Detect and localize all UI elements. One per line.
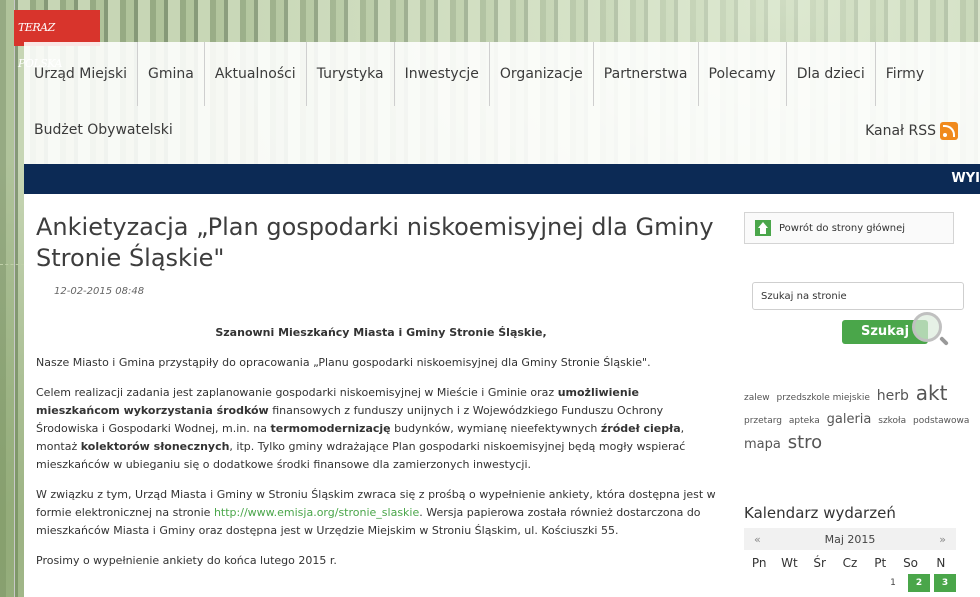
teraz-polska-logo[interactable]: TERAZ POLSKA bbox=[14, 10, 100, 70]
article-paragraph: W związku z tym, Urząd Miasta i Gminy w … bbox=[36, 486, 726, 540]
rss-icon bbox=[940, 122, 958, 140]
nav-item-budzet[interactable]: Budżet Obywatelski bbox=[34, 122, 173, 138]
calendar-month: Maj 2015 bbox=[824, 532, 876, 546]
nav-item-dla-dzieci[interactable]: Dla dzieci bbox=[787, 42, 876, 106]
tag-link[interactable]: stro bbox=[788, 432, 822, 453]
weekday-label: N bbox=[936, 556, 946, 570]
weekday-label: So bbox=[903, 556, 919, 570]
magnifier-icon[interactable] bbox=[912, 312, 942, 342]
tag-link[interactable]: zalew bbox=[744, 393, 770, 403]
nav-item-aktualnosci[interactable]: Aktualności bbox=[205, 42, 307, 106]
article-paragraph: Prosimy o wypełnienie ankiety do końca l… bbox=[36, 554, 337, 567]
weekday-label: Pt bbox=[874, 556, 887, 570]
bold-text: kolektorów słonecznych bbox=[80, 440, 230, 453]
tag-link[interactable]: mapa bbox=[744, 437, 781, 452]
article-date: 12-02-2015 08:48 bbox=[54, 286, 145, 297]
decorative-dashed-line bbox=[0, 264, 24, 265]
tag-link[interactable]: herb bbox=[877, 388, 909, 404]
text-span: Celem realizacji zadania jest zaplanowan… bbox=[36, 386, 558, 399]
calendar: « Maj 2015 » Pn Wt Śr Cz Pt So N 123 bbox=[744, 528, 956, 592]
back-label: Powrót do strony głównej bbox=[779, 222, 906, 234]
tag-link[interactable]: galeria bbox=[827, 412, 872, 427]
ticker-text[interactable]: WYI bbox=[951, 164, 980, 194]
weekday-label: Śr bbox=[813, 556, 826, 570]
back-to-home-button[interactable]: Powrót do strony głównej bbox=[744, 212, 954, 244]
tag-link[interactable]: szkoła bbox=[878, 416, 906, 426]
article-body: Szanowni Mieszkańcy Miasta i Gminy Stron… bbox=[36, 308, 726, 582]
nav-item-turystyka[interactable]: Turystyka bbox=[307, 42, 395, 106]
article-paragraph: Nasze Miasto i Gmina przystąpiły do opra… bbox=[36, 356, 651, 369]
bold-text: źródeł ciepła bbox=[600, 422, 681, 435]
calendar-days-row: 123 bbox=[744, 574, 956, 592]
article-title: Ankietyzacja „Plan gospodarki niskoemisy… bbox=[36, 213, 714, 272]
calendar-day[interactable]: 1 bbox=[882, 574, 904, 592]
article-greeting: Szanowni Mieszkańcy Miasta i Gminy Stron… bbox=[215, 326, 547, 339]
next-month-arrow[interactable]: » bbox=[939, 533, 946, 546]
content-area: Ankietyzacja „Plan gospodarki niskoemisy… bbox=[24, 194, 980, 597]
survey-link[interactable]: http://www.emisja.org/stronie_slaskie bbox=[214, 506, 419, 519]
rss-label: Kanał RSS bbox=[865, 123, 936, 139]
calendar-header: « Maj 2015 » bbox=[744, 528, 956, 550]
nav-item-firmy[interactable]: Firmy bbox=[876, 42, 934, 106]
nav-item-inwestycje[interactable]: Inwestycje bbox=[395, 42, 490, 106]
rss-link[interactable]: Kanał RSS bbox=[865, 122, 958, 140]
main-navigation: Urząd Miejski Gmina Aktualności Turystyk… bbox=[24, 42, 980, 164]
nav-item-gmina[interactable]: Gmina bbox=[138, 42, 205, 106]
nav-row-1: Urząd Miejski Gmina Aktualności Turystyk… bbox=[24, 42, 934, 106]
tag-link[interactable]: przedszkole miejskie bbox=[777, 393, 870, 403]
prev-month-arrow[interactable]: « bbox=[754, 533, 761, 546]
calendar-title: Kalendarz wydarzeń bbox=[744, 504, 896, 522]
calendar-day[interactable]: 2 bbox=[908, 574, 930, 592]
search-input[interactable] bbox=[752, 282, 964, 310]
news-ticker: WYI bbox=[24, 164, 980, 195]
home-icon bbox=[755, 220, 771, 236]
calendar-weekdays: Pn Wt Śr Cz Pt So N bbox=[744, 556, 956, 570]
weekday-label: Pn bbox=[751, 556, 767, 570]
weekday-label: Cz bbox=[842, 556, 858, 570]
nav-item-urzad[interactable]: Urząd Miejski bbox=[24, 42, 139, 106]
bold-text: termomodernizację bbox=[270, 422, 391, 435]
nav-item-organizacje[interactable]: Organizacje bbox=[490, 42, 594, 106]
text-span: budynków, wymianę nieefektywnych bbox=[390, 422, 601, 435]
tag-link[interactable]: podstawowa bbox=[913, 416, 969, 426]
weekday-label: Wt bbox=[781, 556, 798, 570]
calendar-day[interactable]: 3 bbox=[934, 574, 956, 592]
tag-link[interactable]: przetarg bbox=[744, 416, 782, 426]
article-paragraph: Celem realizacji zadania jest zaplanowan… bbox=[36, 384, 726, 474]
tag-link[interactable]: apteka bbox=[789, 416, 820, 426]
nav-item-polecamy[interactable]: Polecamy bbox=[699, 42, 787, 106]
nav-item-partnerstwa[interactable]: Partnerstwa bbox=[594, 42, 699, 106]
tag-cloud: zalew przedszkole miejskie herb akt prze… bbox=[744, 382, 974, 457]
tag-link[interactable]: akt bbox=[916, 381, 948, 405]
